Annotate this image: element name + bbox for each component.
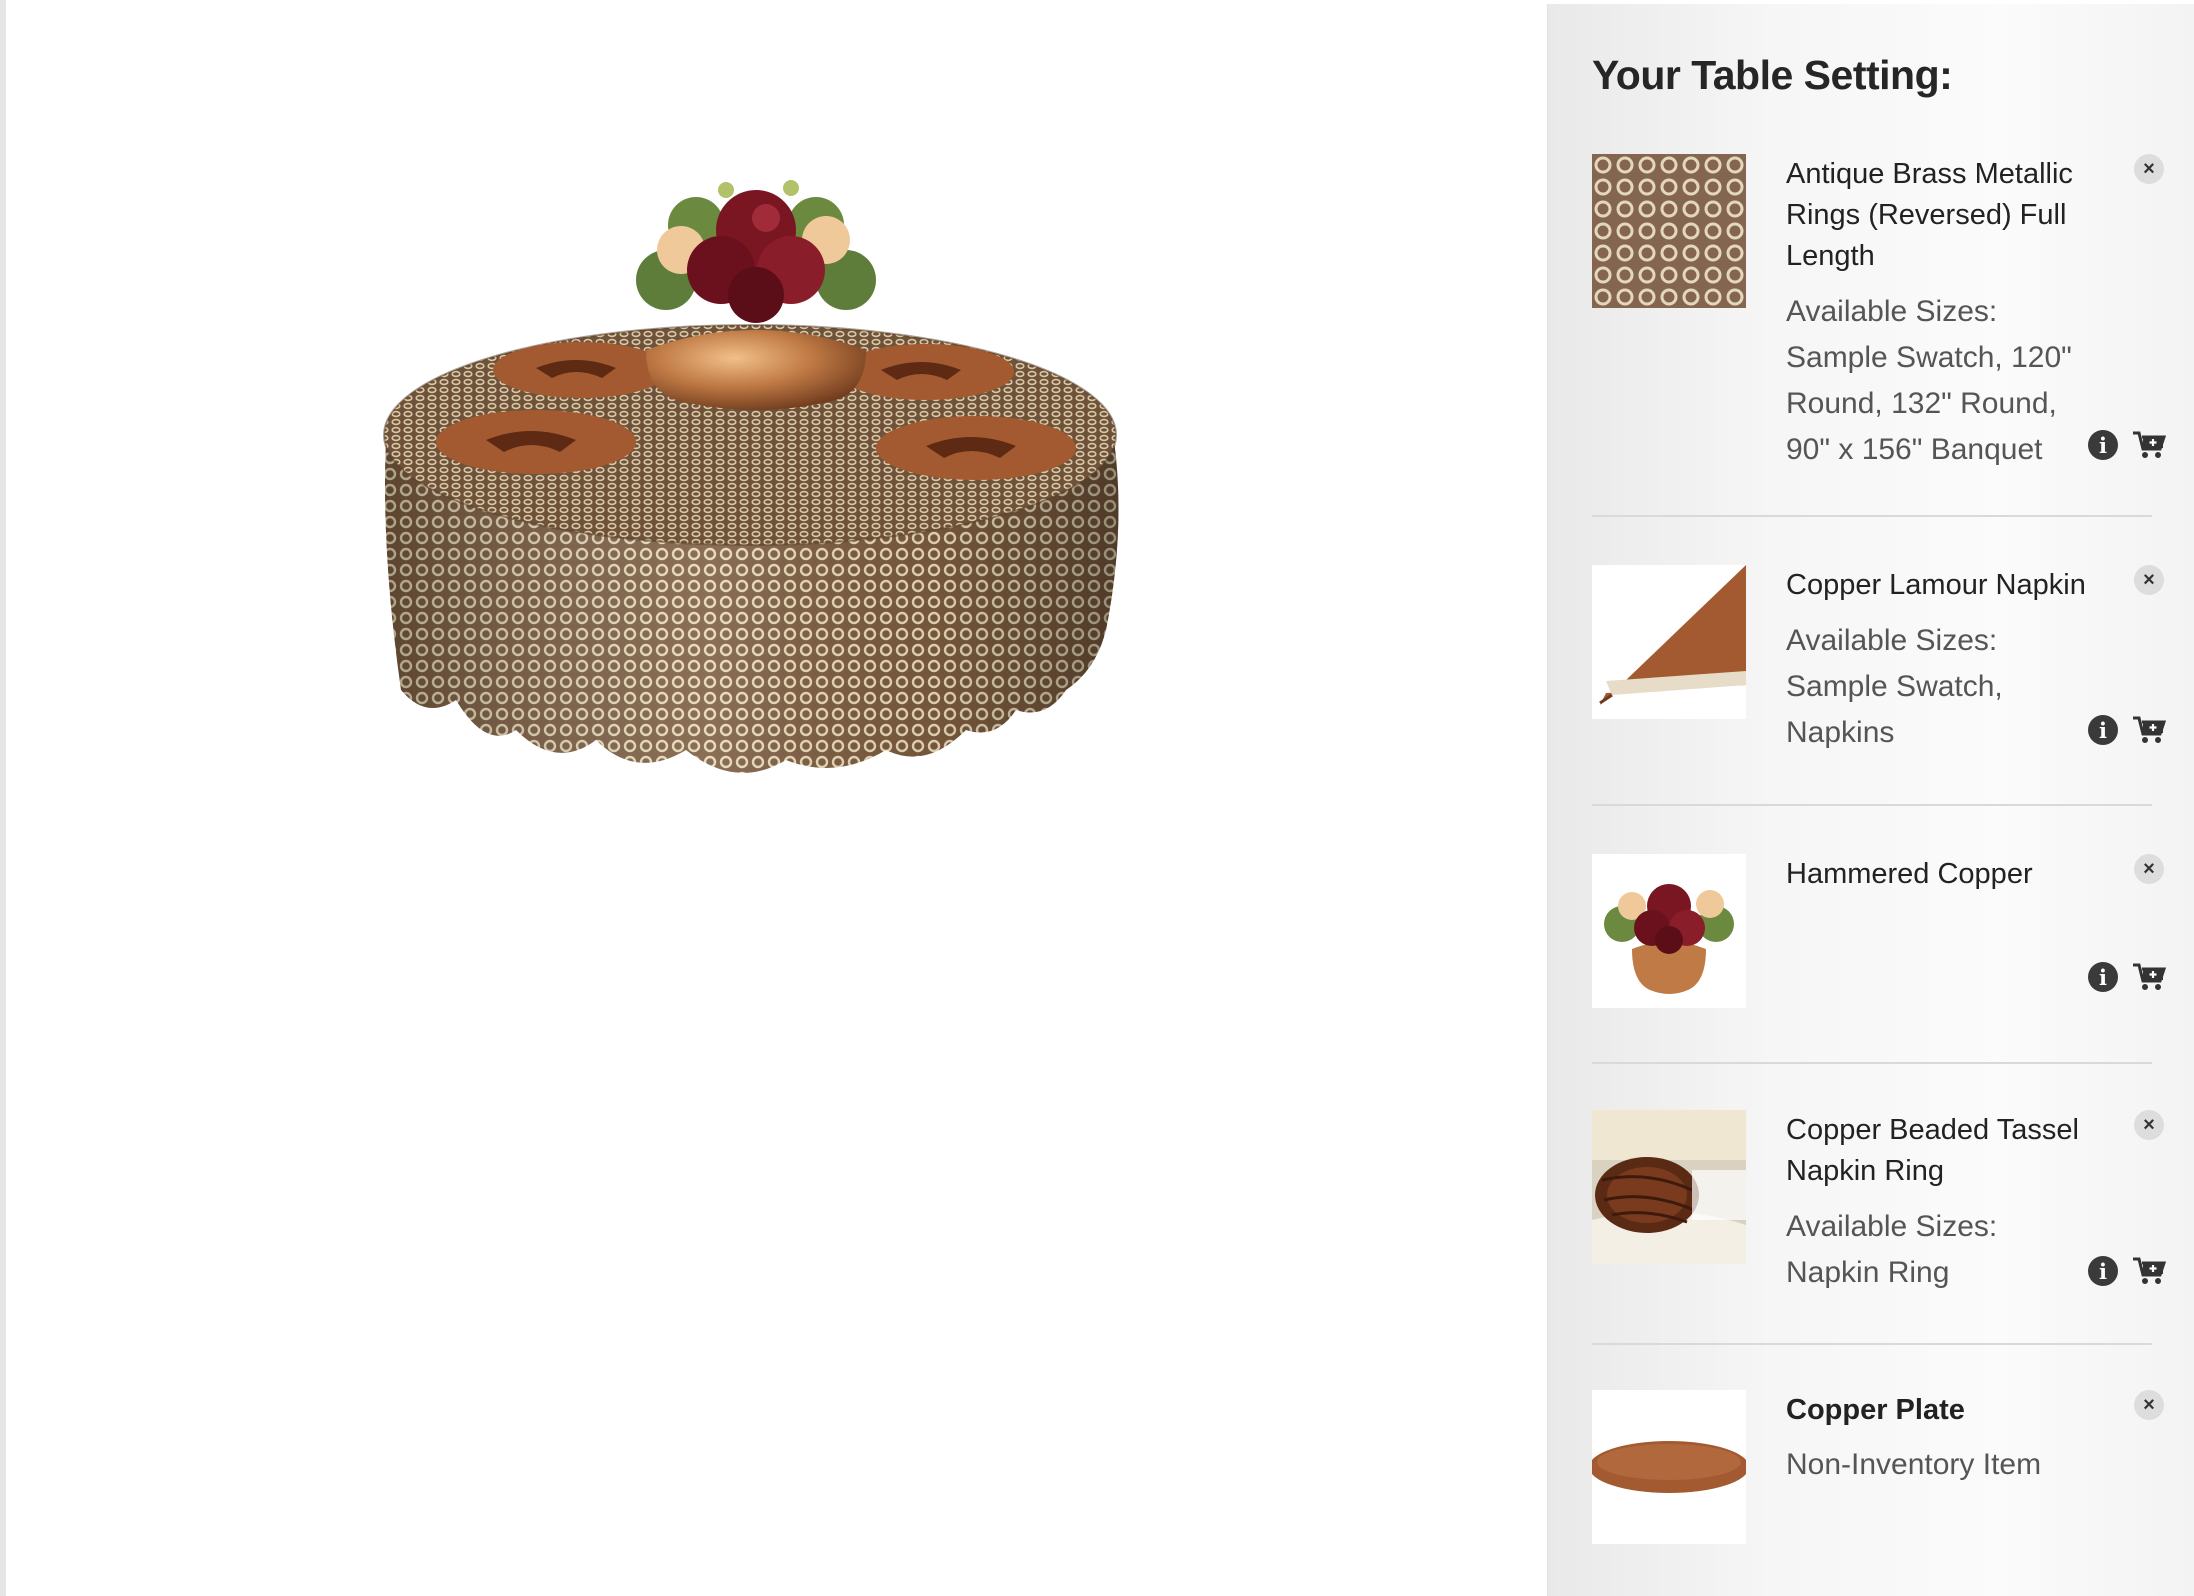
info-button[interactable]: i (2088, 430, 2118, 460)
add-to-cart-icon (2133, 963, 2167, 990)
remove-item-button[interactable]: × (2134, 565, 2164, 595)
add-to-cart-icon (2133, 716, 2167, 743)
info-icon: i (2099, 717, 2107, 743)
item-divider (1592, 515, 2152, 517)
available-sizes-label: Available Sizes: (1786, 295, 1998, 328)
available-sizes: Sample Swatch, Napkins (1786, 670, 2003, 749)
plate-setting (493, 342, 669, 398)
napkin-ring-image (1592, 1110, 1746, 1264)
info-icon: i (2099, 1258, 2107, 1284)
add-to-cart-button[interactable] (2132, 962, 2167, 992)
napkin-image (1592, 565, 1746, 719)
item-name: Copper Lamour Napkin (1786, 569, 2086, 601)
available-sizes-label: Available Sizes: (1786, 1210, 1998, 1243)
setting-item-centerpiece: Hammered Copper × i (1592, 854, 2167, 1064)
table-setting-panel: Your Table Setting: Antique Brass Metall… (1547, 4, 2194, 1596)
table-setting-preview-image (383, 180, 1119, 773)
info-button[interactable]: i (2088, 962, 2118, 992)
setting-item-tablecloth: Antique Brass Metallic Rings (Reversed) … (1592, 154, 2167, 524)
setting-item-plate: Copper Plate Non-Inventory Item × (1592, 1390, 2164, 1550)
remove-item-button[interactable]: × (2134, 1110, 2164, 1140)
add-to-cart-button[interactable] (2132, 715, 2167, 745)
plate-image (1592, 1390, 1746, 1544)
close-icon: × (2143, 1394, 2155, 1416)
close-icon: × (2143, 1114, 2155, 1136)
add-to-cart-button[interactable] (2132, 1256, 2167, 1286)
panel-title: Your Table Setting: (1592, 52, 1953, 98)
centerpiece-image (1592, 854, 1746, 1008)
remove-item-button[interactable]: × (2134, 154, 2164, 184)
close-icon: × (2143, 158, 2155, 180)
info-icon: i (2099, 964, 2107, 990)
tablecloth-swatch-image (1592, 154, 1746, 308)
item-divider (1592, 804, 2152, 806)
info-button[interactable]: i (2088, 715, 2118, 745)
add-to-cart-icon (2133, 1257, 2167, 1284)
setting-item-napkin-ring: Copper Beaded Tassel Napkin Ring Availab… (1592, 1110, 2167, 1340)
info-icon: i (2099, 432, 2107, 458)
available-sizes: Napkin Ring (1786, 1256, 1950, 1289)
item-divider (1592, 1343, 2152, 1345)
item-name: Antique Brass Metallic Rings (Reversed) … (1786, 158, 2073, 272)
close-icon: × (2143, 569, 2155, 591)
remove-item-button[interactable]: × (2134, 854, 2164, 884)
add-to-cart-button[interactable] (2132, 430, 2167, 460)
item-name: Copper Beaded Tassel Napkin Ring (1786, 1114, 2079, 1187)
available-sizes-label: Available Sizes: (1786, 624, 1998, 657)
close-icon: × (2143, 858, 2155, 880)
item-divider (1592, 1062, 2152, 1064)
remove-item-button[interactable]: × (2134, 1390, 2164, 1420)
available-sizes: Sample Swatch, 120" Round, 132" Round, 9… (1786, 341, 2072, 466)
item-name: Hammered Copper (1786, 858, 2033, 890)
centerpiece (636, 180, 876, 410)
table-preview-canvas (6, 0, 1547, 1596)
item-name: Copper Plate (1786, 1394, 1965, 1426)
add-to-cart-icon (2133, 431, 2167, 458)
non-inventory-note: Non-Inventory Item (1786, 1448, 2042, 1481)
info-button[interactable]: i (2088, 1256, 2118, 1286)
setting-item-napkin: Copper Lamour Napkin Available Sizes: Sa… (1592, 565, 2167, 815)
